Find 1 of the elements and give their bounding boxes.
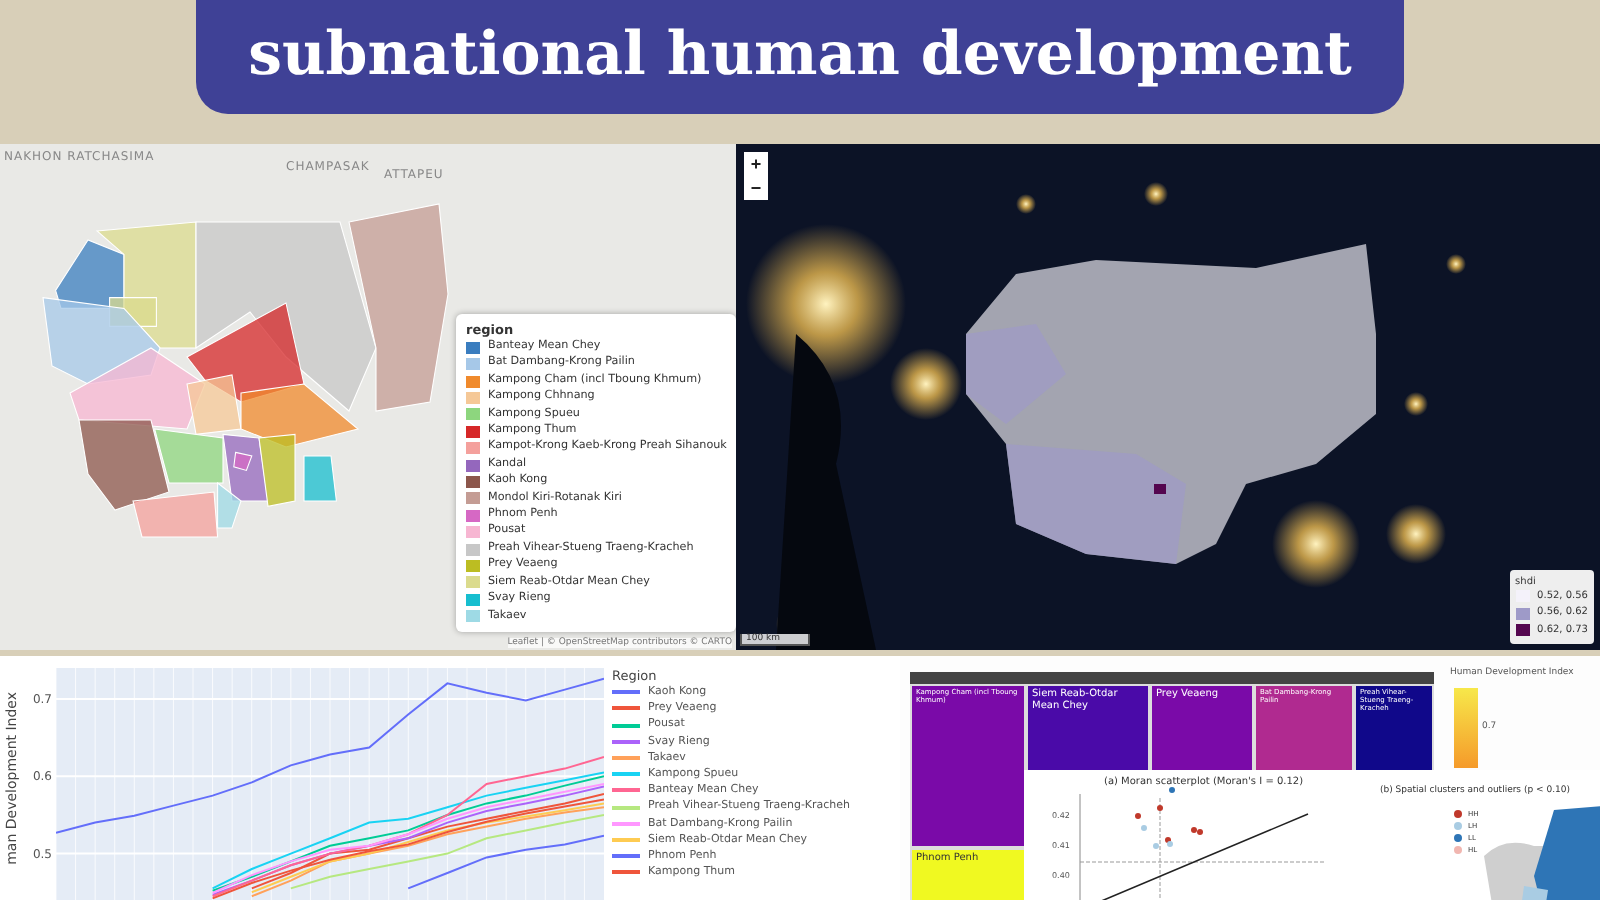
title-banner: subnational human development (196, 0, 1404, 114)
